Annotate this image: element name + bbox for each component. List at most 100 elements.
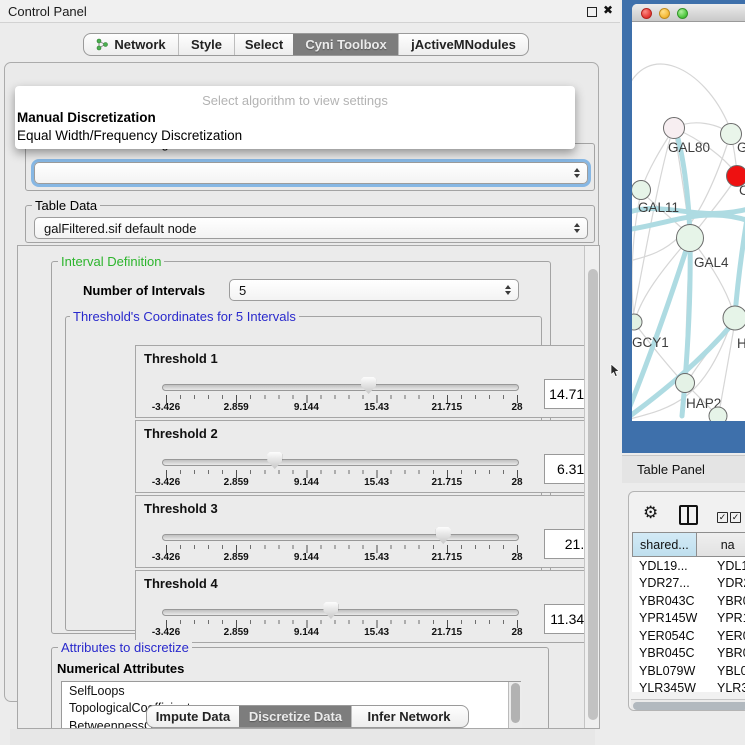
attribute-list-item[interactable]: SelfLoops	[62, 682, 520, 700]
gear-icon[interactable]: ⚙	[643, 504, 658, 521]
cell-shared-name: YBL079W	[632, 664, 711, 678]
network-node[interactable]	[632, 181, 651, 200]
column-header-shared-name[interactable]: shared...	[632, 532, 697, 557]
table-horizontal-scrollbar[interactable]	[631, 699, 745, 711]
major-ticks	[166, 545, 519, 553]
axis-tick-label: -3.426	[152, 402, 180, 413]
axis-tick-label: 9.144	[294, 552, 319, 563]
table-panel-header: Table Panel	[622, 455, 745, 483]
axis-tick-label: 21.715	[432, 627, 463, 638]
settings-scroll-area: Interval Definition Number of Intervals …	[17, 245, 600, 729]
tab-discretize-data[interactable]: Discretize Data	[239, 706, 351, 727]
axis-tick-label: 21.715	[432, 402, 463, 413]
split-columns-icon[interactable]	[679, 505, 698, 525]
combo-stepper-icon	[574, 168, 580, 178]
tab-impute-data[interactable]: Impute Data	[147, 706, 239, 727]
number-of-intervals-combobox[interactable]: 5	[229, 279, 519, 301]
threshold-panel: Threshold 4-3.4262.8599.14415.4321.71528…	[135, 570, 600, 643]
table-row[interactable]: YBL079WYBL0	[632, 662, 745, 680]
tab-label: Infer Network	[367, 709, 450, 724]
control-panel-titlebar: Control Panel ✖	[0, 0, 620, 23]
cell-shared-name: YBR043C	[632, 594, 711, 608]
axis-tick-label: -3.426	[152, 477, 180, 488]
network-view-frame: GAL80GACGAL11GAL4GCY1HHAP2	[622, 0, 745, 453]
bottom-tab-bar: Impute DataDiscretize Data Infer Network	[146, 705, 469, 728]
popup-option-manual-discretization[interactable]: Manual Discretization	[17, 110, 156, 125]
network-window-titlebar[interactable]	[632, 4, 745, 22]
axis-tick-label: 2.859	[224, 477, 249, 488]
table-data-group: Table Data galFiltered.sif default node	[25, 205, 595, 243]
cell-shared-name: YBR045C	[632, 646, 711, 660]
table-row[interactable]: YLR345WYLR3	[632, 680, 745, 693]
tab-select[interactable]: Select	[234, 34, 293, 55]
slider-track[interactable]	[162, 384, 519, 391]
cell-shared-name: YER054C	[632, 629, 711, 643]
network-node[interactable]	[676, 374, 695, 393]
slider-thumb[interactable]	[323, 602, 338, 619]
apply-row: Apply	[10, 729, 595, 745]
network-node[interactable]	[723, 306, 745, 330]
float-window-icon[interactable]	[587, 7, 597, 17]
table-data-combobox[interactable]: galFiltered.sif default node	[34, 217, 588, 239]
attributes-list-scrollbar[interactable]	[508, 682, 522, 729]
network-node[interactable]	[677, 225, 704, 252]
network-node-label: GCY1	[632, 335, 669, 350]
checkbox-icon[interactable]: ✓	[717, 512, 728, 523]
slider-thumb[interactable]	[361, 377, 376, 394]
popup-option-equal-width[interactable]: Equal Width/Frequency Discretization	[17, 128, 242, 143]
threshold-panel: Threshold 3-3.4262.8599.14415.4321.71528…	[135, 495, 600, 568]
checkbox-icon[interactable]: ✓	[730, 512, 741, 523]
slider-track[interactable]	[162, 534, 519, 541]
table-row[interactable]: YDL19...YDL1	[632, 557, 745, 575]
cell-name: YPR1	[711, 611, 745, 625]
slider-thumb[interactable]	[267, 452, 282, 469]
tab-network[interactable]: Network	[84, 34, 178, 55]
network-node-label: GAL4	[694, 255, 729, 270]
slider-track[interactable]	[162, 609, 519, 616]
top-tab-bar: Network Style SelectCyni Toolbox jActiveMNo…	[83, 33, 529, 56]
cell-name: YBR0	[711, 594, 745, 608]
table-row[interactable]: YDR27...YDR2	[632, 575, 745, 593]
slider-track[interactable]	[162, 459, 519, 466]
axis-tick-label: 9.144	[294, 477, 319, 488]
major-ticks	[166, 470, 519, 478]
cell-shared-name: YLR345W	[632, 681, 711, 692]
tab-infer-network[interactable]: Infer Network	[351, 706, 466, 727]
network-edge	[693, 178, 736, 235]
table-row[interactable]: YBR043CYBR0	[632, 592, 745, 610]
column-header-name[interactable]: na	[697, 532, 745, 557]
axis-tick-label: -3.426	[152, 552, 180, 563]
algorithm-combobox[interactable]	[34, 162, 588, 184]
number-of-intervals-value: 5	[239, 283, 246, 298]
threshold-label: Threshold 4	[144, 576, 218, 591]
minimize-traffic-light-icon[interactable]	[659, 8, 670, 19]
cell-name: YBL0	[711, 664, 745, 678]
axis-tick-label: 9.144	[294, 627, 319, 638]
tab-jactivemnodules[interactable]: jActiveMNodules	[398, 34, 528, 55]
close-traffic-light-icon[interactable]	[641, 8, 652, 19]
tab-label: Style	[191, 37, 222, 52]
cell-shared-name: YDR27...	[632, 576, 711, 590]
zoom-traffic-light-icon[interactable]	[677, 8, 688, 19]
network-canvas[interactable]: GAL80GACGAL11GAL4GCY1HHAP2	[632, 22, 745, 421]
popup-placeholder-row[interactable]: Select algorithm to view settings	[15, 93, 575, 108]
network-node[interactable]	[664, 118, 685, 139]
axis-tick-label: 28	[511, 552, 522, 563]
settings-vertical-scrollbar[interactable]	[584, 246, 600, 729]
tab-cyni-toolbox[interactable]: Cyni Toolbox	[293, 34, 398, 55]
close-icon[interactable]: ✖	[603, 3, 613, 17]
tab-style[interactable]: Style	[178, 34, 234, 55]
network-node[interactable]	[709, 407, 727, 421]
table-row[interactable]: YPR145WYPR1	[632, 610, 745, 628]
network-graph: GAL80GACGAL11GAL4GCY1HHAP2	[632, 22, 745, 421]
threshold-panel: Threshold 1-3.4262.8599.14415.4321.71528…	[135, 345, 600, 418]
table-row[interactable]: YBR045CYBR0	[632, 645, 745, 663]
tab-label: jActiveMNodules	[411, 37, 516, 52]
axis-tick-label: 28	[511, 402, 522, 413]
slider-thumb[interactable]	[436, 527, 451, 544]
cell-shared-name: YPR145W	[632, 611, 711, 625]
network-edge	[635, 240, 688, 320]
table-row[interactable]: YER054CYER0	[632, 627, 745, 645]
thresholds-group-label: Threshold's Coordinates for 5 Intervals	[70, 309, 299, 324]
network-node[interactable]	[632, 314, 642, 330]
